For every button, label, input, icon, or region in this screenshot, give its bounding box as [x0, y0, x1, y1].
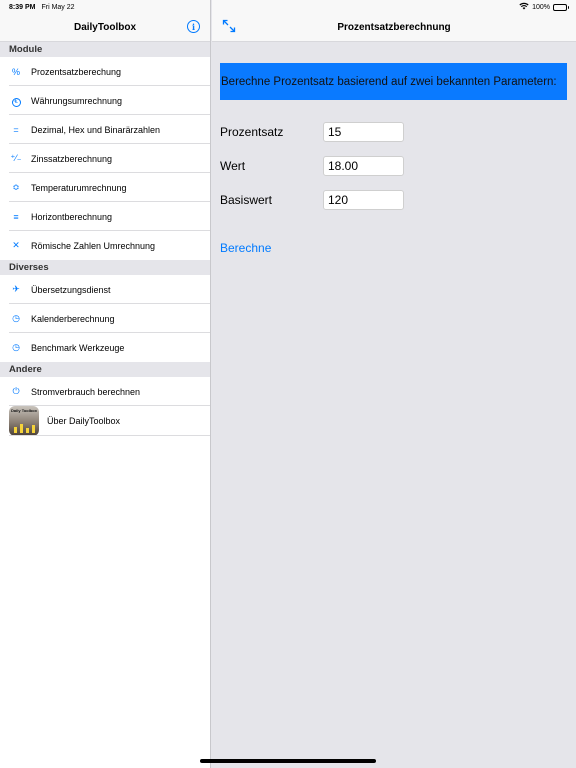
expand-icon[interactable]: [222, 19, 236, 33]
clock-icon: ◷: [12, 342, 20, 352]
sidebar: DailyToolbox i Module % Prozentsatzberec…: [0, 0, 211, 768]
prozentsatz-input[interactable]: [323, 122, 404, 142]
sidebar-item-zinssatz[interactable]: ⁺⁄₋ Zinssatzberechnung: [0, 144, 210, 173]
status-time: 8:39 PM: [9, 3, 36, 11]
x-icon: ✕: [12, 240, 20, 250]
sidebar-item-label: Stromverbrauch berechnen: [31, 386, 141, 397]
home-indicator[interactable]: [200, 759, 376, 763]
sidebar-item-label: Prozentsatzberechung: [31, 66, 122, 77]
sidebar-item-label: Benchmark Werkzeuge: [31, 342, 125, 353]
app-icon: Daily Toolbox: [9, 406, 39, 436]
section-header-module: Module: [0, 42, 210, 57]
sidebar-item-kalender[interactable]: ◷ Kalenderberechnung: [0, 304, 210, 333]
sidebar-item-uebersetzung[interactable]: ✈ Übersetzungsdienst: [0, 275, 210, 304]
sidebar-item-benchmark[interactable]: ◷ Benchmark Werkzeuge: [0, 333, 210, 362]
sidebar-item-temperatur[interactable]: ≎ Temperaturumrechnung: [0, 173, 210, 202]
sidebar-item-label: Zinssatzberechnung: [31, 153, 113, 164]
equals-icon: =: [13, 124, 19, 135]
thermometer-icon: ≎: [12, 182, 20, 192]
field-label: Wert: [220, 159, 246, 173]
wifi-icon: [519, 2, 529, 12]
percent-icon: %: [11, 66, 20, 77]
sidebar-item-label: Übersetzungsdienst: [31, 284, 111, 295]
info-icon[interactable]: i: [187, 20, 200, 33]
sidebar-item-label: Währungsumrechnung: [31, 95, 123, 106]
sidebar-item-label: Über DailyToolbox: [47, 416, 121, 426]
currency-glyph: €: [11, 97, 21, 107]
sidebar-item-about[interactable]: Daily Toolbox Über DailyToolbox: [0, 406, 210, 436]
basiswert-input[interactable]: [323, 190, 404, 210]
field-row-wert: Wert: [220, 156, 404, 176]
sidebar-item-label: Kalenderberechnung: [31, 313, 115, 324]
currency-icon: €: [10, 95, 22, 107]
sidebar-item-waehrung[interactable]: € Währungsumrechnung: [0, 86, 210, 115]
sidebar-item-strom[interactable]: ⏻ Stromverbrauch berechnen: [0, 377, 210, 406]
section-header-diverses: Diverses: [0, 260, 210, 275]
sidebar-item-label: Dezimal, Hex und Binarärzahlen: [31, 124, 161, 135]
field-label: Prozentsatz: [220, 125, 284, 139]
battery-percent: 100%: [532, 3, 550, 11]
clock-icon: ◷: [12, 313, 20, 323]
sidebar-item-zahlensysteme[interactable]: = Dezimal, Hex und Binarärzahlen: [0, 115, 210, 144]
field-label: Basiswert: [220, 193, 273, 207]
sidebar-item-horizont[interactable]: ≡ Horizontberechnung: [0, 202, 210, 231]
sidebar-item-label: Horizontberechnung: [31, 211, 113, 222]
status-bar: 8:39 PM Fri May 22 100%: [0, 0, 576, 14]
status-date: Fri May 22: [41, 3, 75, 11]
percent-slash-icon: ⁺⁄₋: [10, 153, 22, 163]
field-row-prozentsatz: Prozentsatz: [220, 122, 404, 142]
wert-input[interactable]: [323, 156, 404, 176]
sidebar-item-prozentsatz[interactable]: % Prozentsatzberechung: [0, 57, 210, 86]
section-header-andere: Andere: [0, 362, 210, 377]
sidebar-item-roemisch[interactable]: ✕ Römische Zahlen Umrechnung: [0, 231, 210, 260]
app-icon-graphic: [12, 423, 36, 433]
power-icon: ⏻: [12, 386, 20, 396]
sidebar-title: DailyToolbox: [73, 22, 137, 33]
sidebar-item-label: Römische Zahlen Umrechnung: [31, 240, 156, 251]
description-banner: Berechne Prozentsatz basierend auf zwei …: [220, 63, 567, 100]
lines-icon: ≡: [13, 211, 19, 222]
page-title: Prozentsatzberechnung: [337, 22, 451, 33]
sidebar-item-label: Temperaturumrechnung: [31, 182, 127, 193]
airplane-icon: ✈: [12, 284, 20, 294]
app-icon-text: Daily Toolbox: [11, 408, 37, 413]
calculate-button[interactable]: Berechne: [220, 241, 271, 255]
field-row-basiswert: Basiswert: [220, 190, 404, 210]
battery-icon: [553, 3, 569, 11]
status-right: 100%: [519, 2, 569, 12]
